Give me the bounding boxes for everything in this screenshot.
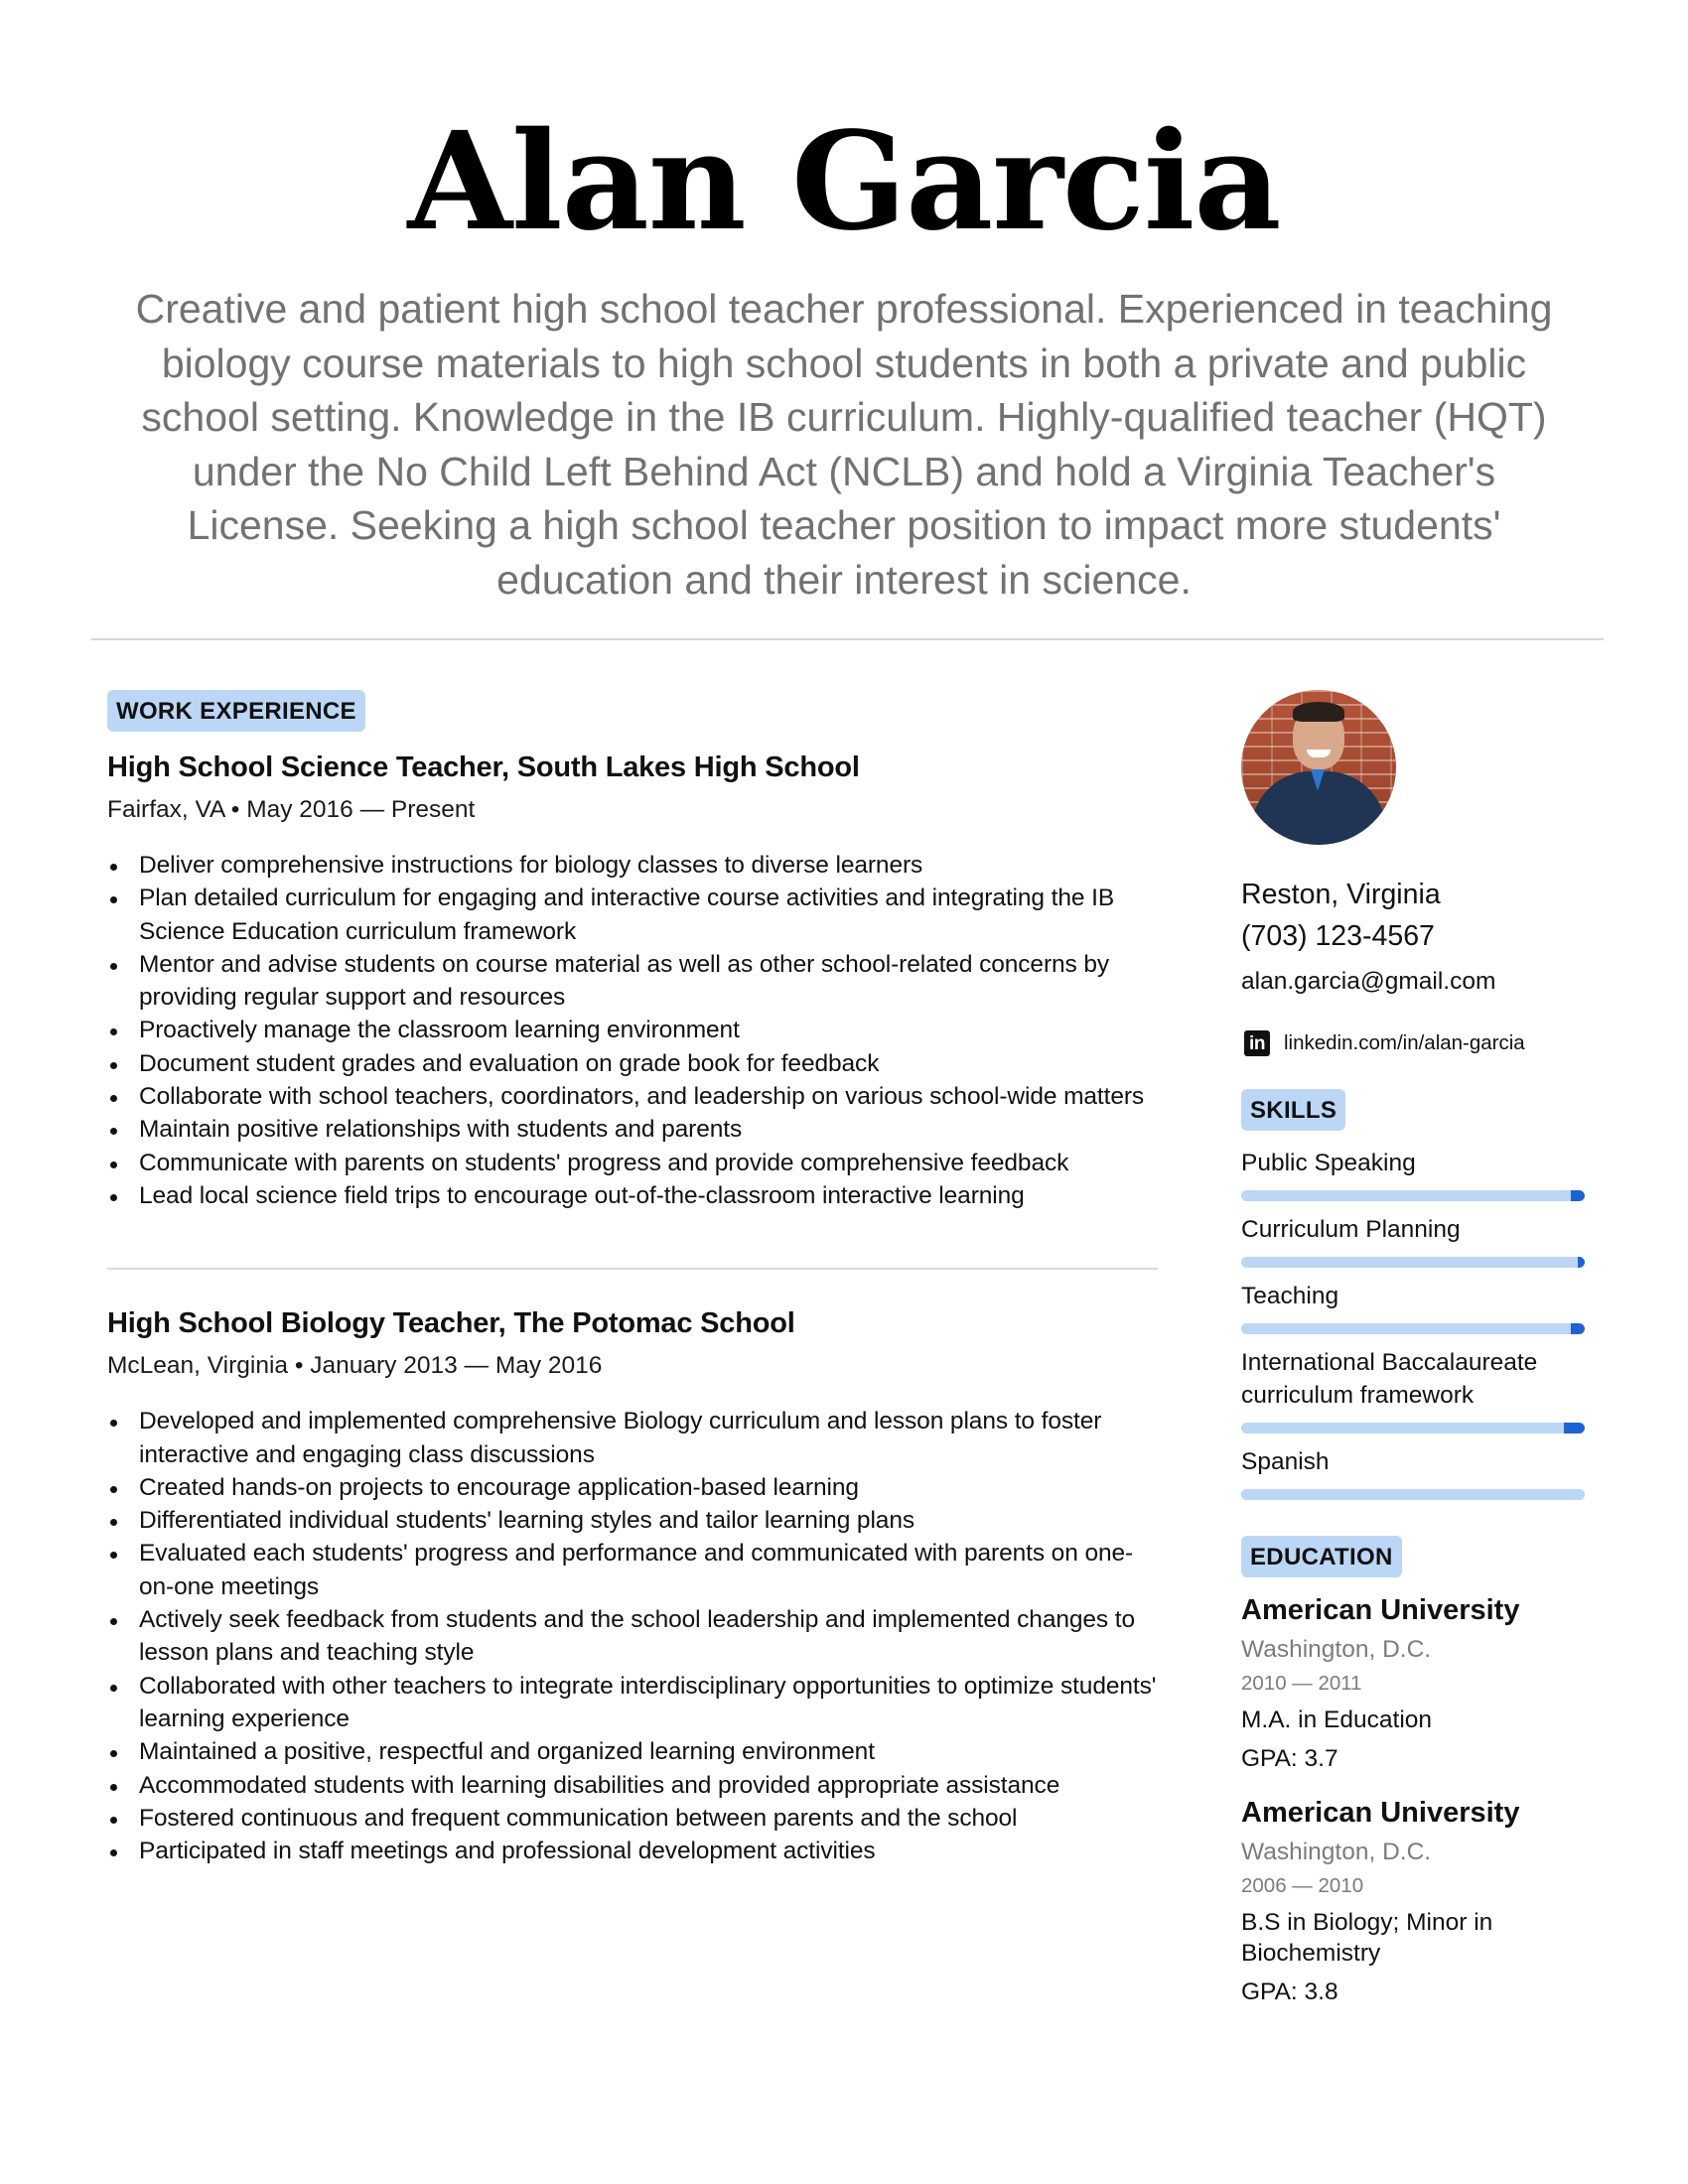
job-entry: High School Biology Teacher, The Potomac…	[107, 1305, 1160, 1867]
bullet-item: Mentor and advise students on course mat…	[107, 948, 1160, 1015]
skill-item: Curriculum Planning	[1241, 1213, 1589, 1268]
job-entry: High School Science Teacher, South Lakes…	[107, 750, 1160, 1212]
bullet-item: Created hands-on projects to encourage a…	[107, 1471, 1160, 1504]
gpa: GPA: 3.8	[1241, 1979, 1338, 2005]
bullet-item: Communicate with parents on students' pr…	[107, 1147, 1160, 1179]
skill-name: International Baccalaureate curriculum f…	[1241, 1349, 1538, 1409]
skill-item: Public Speaking	[1241, 1147, 1589, 1201]
header-divider	[91, 638, 1604, 640]
bullet-item: Maintained a positive, respectful and or…	[107, 1735, 1160, 1768]
bullet-item: Plan detailed curriculum for engaging an…	[107, 882, 1160, 948]
sidebar: Reston, Virginia (703) 123-4567 alan.gar…	[1241, 690, 1589, 2007]
degree: B.S in Biology; Minor in Biochemistry	[1241, 1909, 1493, 1967]
bullet-item: Deliver comprehensive instructions for b…	[107, 849, 1160, 882]
skill-name: Curriculum Planning	[1241, 1216, 1461, 1243]
section-heading-skills: SKILLS	[1241, 1089, 1346, 1131]
section-heading-work-experience: WORK EXPERIENCE	[107, 690, 365, 732]
hair-shape	[1293, 702, 1344, 722]
skill-name: Spanish	[1241, 1448, 1330, 1475]
school-name: American University	[1241, 1594, 1520, 1626]
bullet-item: Fostered continuous and frequent communi…	[107, 1802, 1160, 1835]
bullet-item: Developed and implemented comprehensive …	[107, 1405, 1160, 1471]
bullet-item: Participated in staff meetings and profe…	[107, 1835, 1160, 1867]
job-location-dates: McLean, Virginia • January 2013 — May 20…	[107, 1352, 603, 1380]
bullet-item: Document student grades and evaluation o…	[107, 1047, 1160, 1080]
education-entry: American University Washington, D.C. 201…	[1241, 1591, 1589, 1774]
linkedin-icon: in	[1244, 1030, 1270, 1056]
degree: M.A. in Education	[1241, 1706, 1433, 1733]
skill-item: International Baccalaureate curriculum f…	[1241, 1346, 1589, 1433]
bullet-item: Collaborated with other teachers to inte…	[107, 1670, 1160, 1736]
skill-level-accent	[1578, 1257, 1585, 1268]
job-divider	[107, 1268, 1158, 1271]
school-location: Washington, D.C.	[1241, 1839, 1432, 1865]
bullet-item: Accommodated students with learning disa…	[107, 1769, 1160, 1802]
bullet-item: Evaluated each students' progress and pe…	[107, 1537, 1160, 1603]
school-location: Washington, D.C.	[1241, 1636, 1432, 1663]
skill-level-bar	[1241, 1323, 1585, 1334]
skill-level-fill	[1241, 1423, 1565, 1433]
bullet-item: Collaborate with school teachers, coordi…	[107, 1080, 1160, 1113]
skills-section: SKILLS	[1241, 1089, 1589, 1131]
professional-summary: Creative and patient high school teacher…	[135, 286, 1553, 603]
skill-level-accent	[1571, 1190, 1585, 1201]
skill-name: Public Speaking	[1241, 1150, 1416, 1176]
linkedin-link[interactable]: in linkedin.com/in/alan-garcia	[1241, 1029, 1589, 1057]
education-section: EDUCATION	[1241, 1536, 1589, 1577]
skill-name: Teaching	[1241, 1283, 1339, 1309]
contact-email[interactable]: alan.garcia@gmail.com	[1241, 964, 1589, 1000]
bullet-item: Lead local science field trips to encour…	[107, 1179, 1160, 1212]
skill-item: Teaching	[1241, 1280, 1589, 1334]
profile-photo	[1241, 690, 1396, 845]
skill-level-accent	[1564, 1423, 1585, 1433]
bullet-item: Actively seek feedback from students and…	[107, 1603, 1160, 1670]
job-bullets: Deliver comprehensive instructions for b…	[107, 849, 1160, 1212]
skills-list: Public Speaking Curriculum Planning Teac…	[1241, 1147, 1589, 1500]
skill-level-fill	[1241, 1489, 1585, 1500]
work-experience-section: WORK EXPERIENCE High School Science Teac…	[107, 690, 1160, 1867]
job-location-dates: Fairfax, VA • May 2016 — Present	[107, 796, 476, 823]
contact-phone: (703) 123-4567	[1241, 920, 1435, 952]
skill-level-bar	[1241, 1423, 1585, 1433]
education-entry: American University Washington, D.C. 200…	[1241, 1794, 1589, 2007]
skill-level-bar	[1241, 1190, 1585, 1201]
skill-item: Spanish	[1241, 1445, 1589, 1500]
skill-level-fill	[1241, 1257, 1579, 1268]
bullet-item: Maintain positive relationships with stu…	[107, 1113, 1160, 1146]
education-years: 2006 — 2010	[1241, 1874, 1364, 1897]
job-title: High School Science Teacher, South Lakes…	[107, 751, 860, 783]
contact-location: Reston, Virginia	[1241, 879, 1441, 910]
job-title: High School Biology Teacher, The Potomac…	[107, 1307, 795, 1340]
section-heading-education: EDUCATION	[1241, 1536, 1402, 1577]
skill-level-bar	[1241, 1257, 1585, 1268]
skill-level-fill	[1241, 1190, 1572, 1201]
bullet-item: Differentiated individual students' lear…	[107, 1504, 1160, 1537]
job-bullets: Developed and implemented comprehensive …	[107, 1405, 1160, 1867]
skill-level-bar	[1241, 1489, 1585, 1500]
education-years: 2010 — 2011	[1241, 1672, 1362, 1695]
candidate-name: Alan Garcia	[407, 102, 1281, 261]
skill-level-fill	[1241, 1323, 1572, 1334]
school-name: American University	[1241, 1797, 1520, 1829]
linkedin-url[interactable]: linkedin.com/in/alan-garcia	[1284, 1029, 1525, 1057]
skill-level-accent	[1571, 1323, 1585, 1334]
gpa: GPA: 3.7	[1241, 1745, 1338, 1772]
bullet-item: Proactively manage the classroom learnin…	[107, 1014, 1160, 1046]
